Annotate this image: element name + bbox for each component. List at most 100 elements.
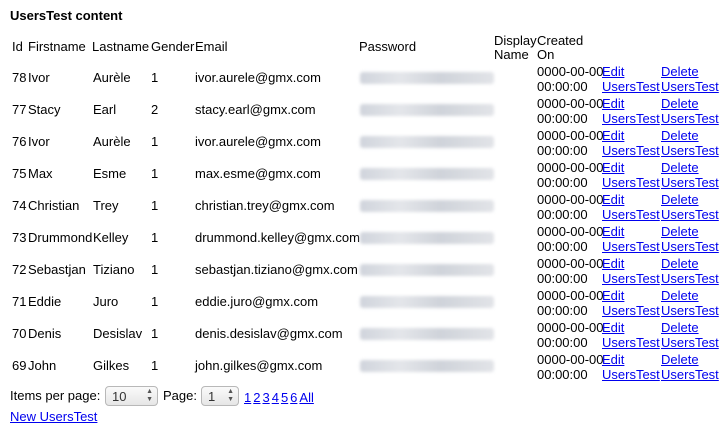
cell-id: 75 xyxy=(12,166,27,181)
page-link[interactable]: 5 xyxy=(281,390,288,405)
col-header-display-name: Display Name xyxy=(494,33,537,62)
edit-userstest-link[interactable]: Edit UsersTest xyxy=(602,256,660,286)
cell-lastname: Gilkes xyxy=(93,358,130,373)
password-redacted xyxy=(360,200,494,212)
edit-userstest-link[interactable]: Edit UsersTest xyxy=(602,160,660,190)
cell-gender: 1 xyxy=(151,134,159,149)
cell-firstname: Christian xyxy=(28,198,80,213)
delete-userstest-link[interactable]: Delete UsersTest xyxy=(661,224,719,254)
cell-firstname: Ivor xyxy=(28,70,50,85)
edit-userstest-link[interactable]: Edit UsersTest xyxy=(602,320,660,350)
col-header-gender: Gender xyxy=(151,39,195,54)
edit-userstest-link[interactable]: Edit UsersTest xyxy=(602,128,660,158)
cell-lastname: Aurèle xyxy=(93,70,131,85)
edit-userstest-link[interactable]: Edit UsersTest xyxy=(602,352,660,382)
cell-id: 76 xyxy=(12,134,27,149)
new-userstest-link[interactable]: New UsersTest xyxy=(10,409,97,424)
password-redacted xyxy=(360,136,494,148)
cell-lastname: Tiziano xyxy=(93,262,135,277)
cell-firstname: Stacy xyxy=(28,102,61,117)
cell-email: ivor.aurele@gmx.com xyxy=(195,70,321,85)
col-header-created-on: Created On xyxy=(537,33,584,62)
page-link[interactable]: 1 xyxy=(244,390,251,405)
cell-firstname: Eddie xyxy=(28,294,62,309)
cell-id: 74 xyxy=(12,198,27,213)
edit-userstest-link[interactable]: Edit UsersTest xyxy=(602,192,660,222)
table-row: 69 John Gilkes 1 john.gilkes@gmx.com 0000-00-… xyxy=(0,351,720,383)
cell-email: sebastjan.tiziano@gmx.com xyxy=(195,262,358,277)
delete-userstest-link[interactable]: Delete UsersTest xyxy=(661,160,719,190)
delete-userstest-link[interactable]: Delete UsersTest xyxy=(661,352,719,382)
password-redacted xyxy=(360,104,494,116)
cell-email: stacy.earl@gmx.com xyxy=(195,102,316,117)
edit-userstest-link[interactable]: Edit UsersTest xyxy=(602,64,660,94)
cell-created-on: 0000-00-00 00:00:00 xyxy=(537,352,604,382)
edit-userstest-link[interactable]: Edit UsersTest xyxy=(602,288,660,318)
page-link-all[interactable]: All xyxy=(299,390,313,405)
table-row: 77 Stacy Earl 2 stacy.earl@gmx.com 0000-00-00… xyxy=(0,95,720,127)
delete-userstest-link[interactable]: Delete UsersTest xyxy=(661,256,719,286)
cell-id: 72 xyxy=(12,262,27,277)
cell-id: 78 xyxy=(12,70,27,85)
cell-lastname: Trey xyxy=(93,198,119,213)
cell-lastname: Esme xyxy=(93,166,127,181)
cell-created-on: 0000-00-00 00:00:00 xyxy=(537,224,604,254)
page-title: UsersTest content xyxy=(10,8,123,23)
delete-userstest-link[interactable]: Delete UsersTest xyxy=(661,64,719,94)
delete-userstest-link[interactable]: Delete UsersTest xyxy=(661,192,719,222)
cell-firstname: Max xyxy=(28,166,53,181)
cell-created-on: 0000-00-00 00:00:00 xyxy=(537,320,604,350)
cell-lastname: Kelley xyxy=(93,230,129,245)
page-link[interactable]: 3 xyxy=(262,390,269,405)
password-redacted xyxy=(360,72,494,84)
cell-email: john.gilkes@gmx.com xyxy=(195,358,323,373)
cell-lastname: Aurèle xyxy=(93,134,131,149)
cell-lastname: Desislav xyxy=(93,326,143,341)
table-row: 72 Sebastjan Tiziano 1 sebastjan.tiziano@gmx… xyxy=(0,255,720,287)
cell-gender: 1 xyxy=(151,326,159,341)
cell-firstname: Denis xyxy=(28,326,62,341)
pagination: 1 2 3 4 5 6 All xyxy=(244,390,316,405)
items-per-page-select[interactable]: 10 ▲ ▼ xyxy=(105,386,158,406)
cell-id: 69 xyxy=(12,358,27,373)
cell-email: denis.desislav@gmx.com xyxy=(195,326,343,341)
password-redacted xyxy=(360,232,494,244)
page-select[interactable]: 1 ▲ ▼ xyxy=(201,386,239,406)
page-link[interactable]: 4 xyxy=(272,390,279,405)
table-row: 74 Christian Trey 1 christian.trey@gmx.com 00… xyxy=(0,191,720,223)
cell-gender: 1 xyxy=(151,358,159,373)
table-row: 71 Eddie Juro 1 eddie.juro@gmx.com 0000-00-00… xyxy=(0,287,720,319)
cell-created-on: 0000-00-00 00:00:00 xyxy=(537,288,604,318)
cell-gender: 1 xyxy=(151,230,159,245)
delete-userstest-link[interactable]: Delete UsersTest xyxy=(661,320,719,350)
table-row: 73 Drummond Kelley 1 drummond.kelley@gmx.com… xyxy=(0,223,720,255)
delete-userstest-link[interactable]: Delete UsersTest xyxy=(661,288,719,318)
page-label: Page: xyxy=(163,388,197,403)
password-redacted xyxy=(360,328,494,340)
cell-id: 73 xyxy=(12,230,27,245)
cell-gender: 1 xyxy=(151,166,159,181)
cell-created-on: 0000-00-00 00:00:00 xyxy=(537,160,604,190)
edit-userstest-link[interactable]: Edit UsersTest xyxy=(602,96,660,126)
cell-firstname: John xyxy=(28,358,57,373)
delete-userstest-link[interactable]: Delete UsersTest xyxy=(661,96,719,126)
cell-lastname: Earl xyxy=(93,102,117,117)
cell-id: 70 xyxy=(12,326,27,341)
stepper-arrows-icon: ▲ ▼ xyxy=(146,388,153,403)
cell-created-on: 0000-00-00 00:00:00 xyxy=(537,96,604,126)
page-link[interactable]: 2 xyxy=(253,390,260,405)
cell-email: max.esme@gmx.com xyxy=(195,166,321,181)
col-header-id: Id xyxy=(12,39,23,54)
cell-id: 77 xyxy=(12,102,27,117)
password-redacted xyxy=(360,168,494,180)
cell-lastname: Juro xyxy=(93,294,119,309)
delete-userstest-link[interactable]: Delete UsersTest xyxy=(661,128,719,158)
cell-gender: 2 xyxy=(151,102,159,117)
cell-created-on: 0000-00-00 00:00:00 xyxy=(537,128,604,158)
table-row: 76 Ivor Aurèle 1 ivor.aurele@gmx.com 0000-00-… xyxy=(0,127,720,159)
page-link[interactable]: 6 xyxy=(290,390,297,405)
cell-gender: 1 xyxy=(151,294,159,309)
cell-firstname: Ivor xyxy=(28,134,50,149)
password-redacted xyxy=(360,264,494,276)
edit-userstest-link[interactable]: Edit UsersTest xyxy=(602,224,660,254)
